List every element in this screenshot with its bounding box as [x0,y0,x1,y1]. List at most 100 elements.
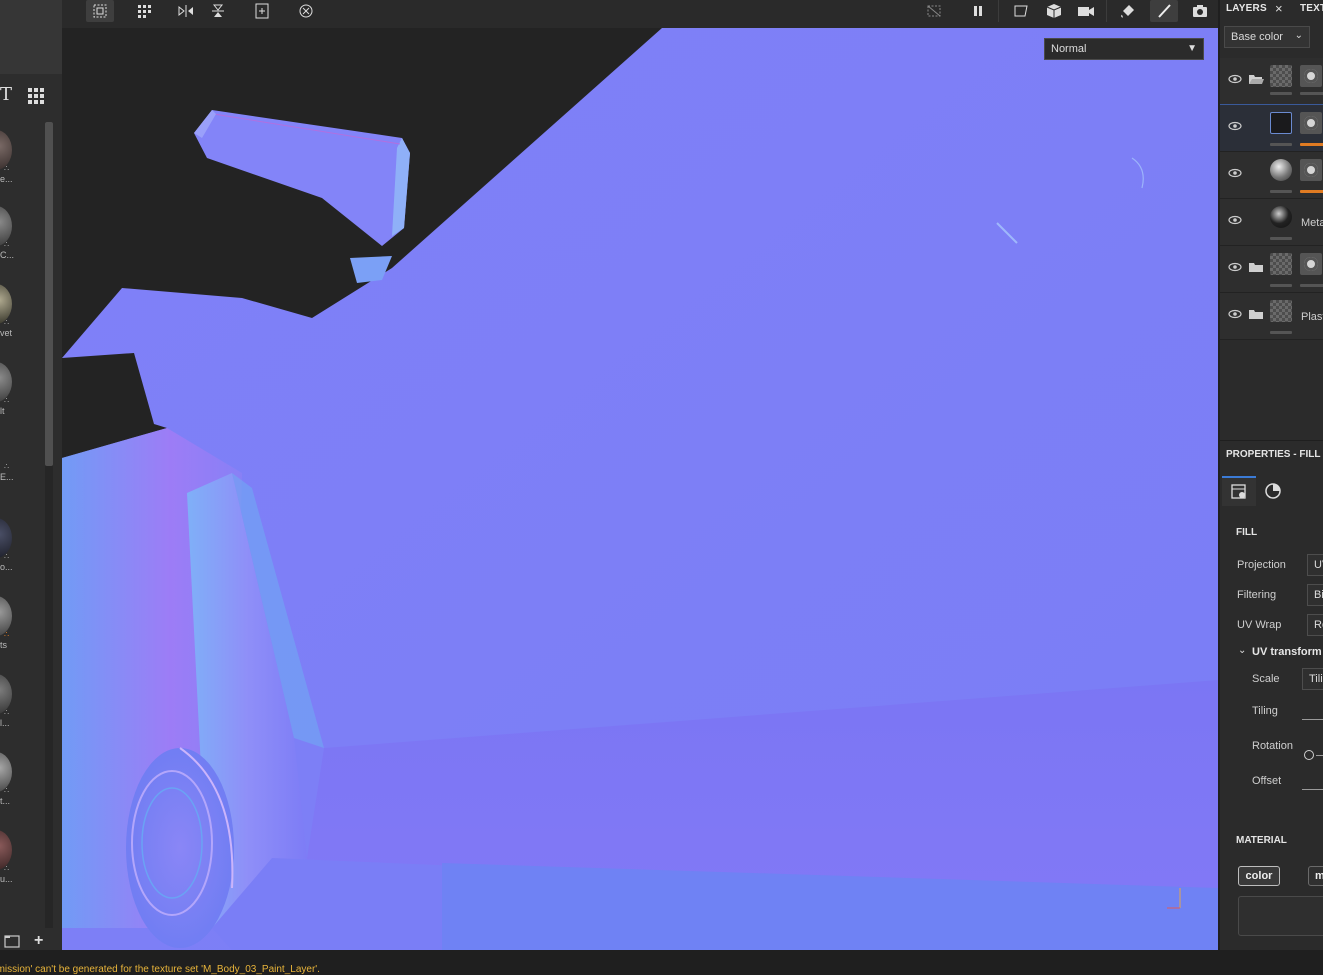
offset-label: Offset [1252,775,1282,787]
new-folder-icon[interactable] [4,934,20,948]
layer-opacity-bar [1270,237,1292,240]
layer-mask-thumbnail[interactable] [1300,65,1322,87]
layer-thumbnail[interactable] [1270,300,1292,322]
rotation-slider-handle[interactable] [1304,750,1314,760]
eye-icon[interactable] [1228,72,1242,86]
fill-section-title: FILL [1236,527,1258,538]
shelf-material-item[interactable]: ∴ o... [0,518,14,578]
shelf-material-item[interactable]: ∴ ts [0,596,14,656]
layer-mask-thumbnail[interactable] [1300,253,1322,275]
layer-thumbnail[interactable] [1270,159,1292,181]
shelf-material-item[interactable]: ∴ e... [0,130,14,190]
scale-dropdown[interactable]: Tili [1302,668,1323,690]
shelf-scrollbar-thumb[interactable] [45,122,53,466]
shelf-material-item[interactable]: ∴ C... [0,206,14,266]
chevron-down-icon: ⌄ [1294,30,1303,41]
layer-name[interactable]: Plast [1301,311,1323,323]
hide-icon[interactable] [920,0,948,22]
offset-slider[interactable] [1302,789,1323,790]
layer-opacity-bar [1270,331,1292,334]
grid-view-icon[interactable] [27,87,45,105]
layer-channel-dropdown[interactable]: Base color ⌄ [1224,26,1310,48]
mask-opacity-bar [1300,143,1323,146]
text-icon[interactable]: T [0,86,14,104]
eye-icon[interactable] [1228,213,1242,227]
layer-row[interactable]: Meta [1220,199,1323,246]
eye-icon[interactable] [1228,119,1242,133]
shelf-material-item[interactable]: ∴ E... [0,440,14,500]
panel-tabbar: LAYERS × TEXT [1220,0,1323,18]
eye-icon[interactable] [1228,307,1242,321]
paint-bucket-icon[interactable] [1114,0,1142,22]
mirror-y-icon[interactable] [204,0,232,22]
shelf-item-label: ts [0,640,8,650]
folder-icon [1248,260,1264,274]
mask-opacity-bar [1300,92,1323,95]
uv-wrap-dropdown[interactable]: Re [1307,614,1323,636]
layer-mask-thumbnail[interactable] [1300,159,1322,181]
material-preset-field[interactable] [1238,896,1323,936]
projection-dropdown[interactable]: UV [1307,554,1323,576]
shelf-material-item[interactable]: ∴ u... [0,830,14,890]
layer-thumbnail[interactable] [1270,253,1292,275]
layer-row-selected[interactable] [1220,104,1323,153]
uv-transform-section[interactable]: UV transform [1252,646,1322,658]
screenshot-icon[interactable] [1186,0,1214,22]
grid-icon[interactable] [130,0,158,22]
shelf-material-item[interactable]: ∴ t... [0,752,14,812]
material-tab[interactable] [1256,476,1290,506]
add-icon[interactable]: + [34,933,48,949]
layer-row[interactable]: Plast [1220,293,1323,340]
layer-name[interactable]: Meta [1301,217,1323,229]
filtering-dropdown[interactable]: Bi [1307,584,1323,606]
selection-tool-icon[interactable] [86,0,114,22]
shelf-item-label: vet [0,328,13,338]
layer-opacity-bar [1270,143,1292,146]
eye-icon[interactable] [1228,260,1242,274]
tab-layers[interactable]: LAYERS [1226,3,1267,14]
tiling-slider[interactable] [1302,719,1323,720]
layer-thumbnail[interactable] [1270,65,1292,87]
shelf-header [0,0,62,74]
pause-icon[interactable] [964,0,992,22]
material-color-button[interactable]: color [1238,866,1280,886]
viewport-channel-dropdown[interactable]: Normal ▼ [1044,38,1204,60]
chevron-down-icon[interactable]: ⌄ [1238,645,1246,656]
camera-icon[interactable] [1072,0,1100,22]
shelf-item-label: t... [0,796,11,806]
tab-texture-set[interactable]: TEXT [1300,3,1323,14]
shelf-material-list: ∴ e... ∴ C... ∴ vet ∴ lt ∴ E... ∴ o... ∴ ts ∴ l.… [0,130,44,930]
mask-opacity-bar [1300,190,1323,193]
reset-icon[interactable] [292,0,320,22]
material-next-button[interactable]: m [1308,866,1323,886]
layer-row[interactable] [1220,58,1323,105]
rotation-slider[interactable] [1316,755,1323,756]
view-3d-icon[interactable] [1040,0,1068,22]
normal-map-render [62,28,1218,950]
mirror-x-icon[interactable] [172,0,200,22]
layer-thumbnail[interactable] [1270,206,1292,228]
shelf-item-label: C... [0,250,15,260]
layer-channel-value: Base color [1231,31,1283,43]
status-bar: 'Emission' can't be generated for the te… [0,950,1323,975]
shelf-material-item[interactable]: ∴ l... [0,674,14,734]
layer-row[interactable] [1220,246,1323,293]
brush-icon[interactable] [1150,0,1178,22]
shelf-material-item[interactable]: ∴ vet [0,284,14,344]
close-icon[interactable]: × [1275,1,1283,16]
layer-thumbnail[interactable] [1270,112,1292,134]
layer-mask-thumbnail[interactable] [1300,112,1322,134]
fill-settings-tab[interactable] [1222,476,1256,506]
3d-viewport[interactable]: Normal ▼ [62,28,1218,950]
fit-icon[interactable] [248,0,276,22]
layer-row[interactable] [1220,152,1323,199]
eye-icon[interactable] [1228,166,1242,180]
shelf-item-label: u... [0,874,13,884]
view-2d-icon[interactable] [1008,0,1036,22]
material-sphere-icon [1265,483,1281,499]
shelf-material-item[interactable]: ∴ lt [0,362,14,422]
shelf-item-label: e... [0,174,13,184]
layer-opacity-bar [1270,92,1292,95]
shelf-item-label: l... [0,718,10,728]
toolbar-separator [1106,0,1107,22]
